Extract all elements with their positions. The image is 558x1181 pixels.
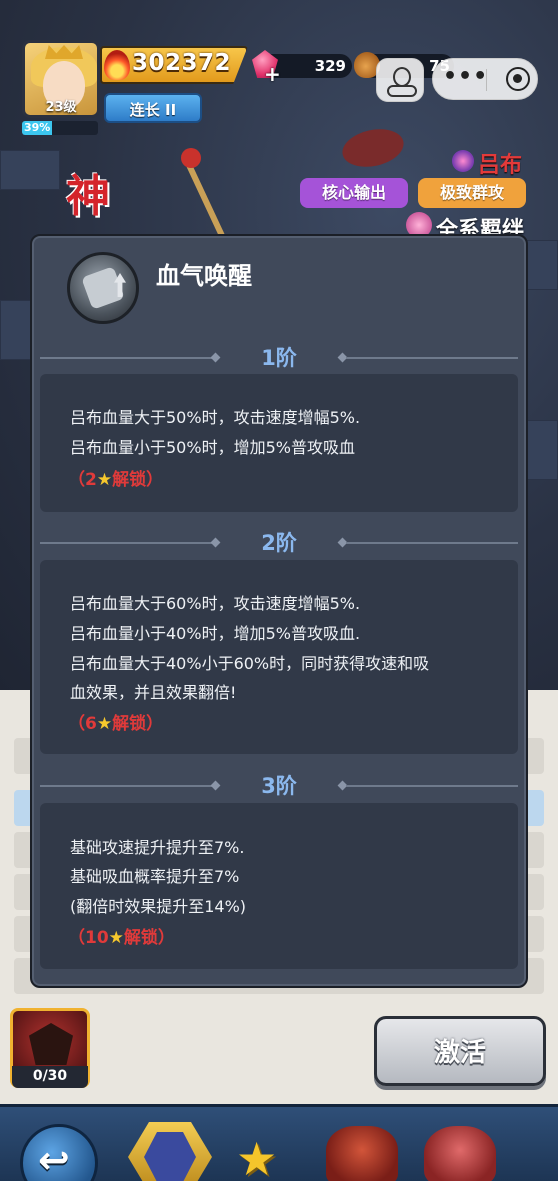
activate-label: 激活: [433, 1038, 486, 1068]
tier-3-header: 3阶: [40, 770, 518, 800]
rank-label: 连长 II: [129, 101, 177, 119]
skill-icon: [67, 252, 139, 324]
fire-icon: [104, 50, 130, 80]
exp-percent: 39%: [24, 121, 51, 134]
close-miniprogram-icon[interactable]: [506, 67, 530, 91]
halberd-tip: [181, 148, 201, 168]
hero-faction-icon: [452, 150, 474, 172]
tier-2-line-2: 吕布血量小于40%时，增加5%普攻吸血.: [70, 624, 361, 643]
tier-3-line-2: 基础吸血概率提升至7%: [70, 867, 240, 886]
tier-3-line-3: (翻倍时效果提升至14%): [70, 897, 247, 916]
nav-beast-icon[interactable]: [326, 1126, 398, 1181]
add-gem-icon[interactable]: +: [264, 62, 281, 86]
hero-rarity-title: 神: [66, 171, 110, 222]
tier-3-unlock: （10★解锁）: [68, 928, 175, 948]
gem-value: 329: [314, 57, 346, 75]
crown-icon: [45, 45, 83, 59]
tier-2-header: 2阶: [40, 527, 518, 557]
player-level: 23级: [45, 100, 77, 115]
tier-2-unlock: （6★解锁）: [68, 714, 164, 734]
tier-1-line-1: 吕布血量大于50%时，攻击速度增幅5%.: [70, 408, 361, 427]
tier-2-line-1: 吕布血量大于60%时，攻击速度增幅5%.: [70, 594, 361, 613]
tier-2-line-3: 吕布血量大于40%小于60%时，同时获得攻速和吸: [70, 654, 430, 673]
tier-3-label: 3阶: [261, 774, 297, 798]
tag-core-output: 核心输出: [300, 178, 408, 208]
tier-1-label: 1阶: [261, 346, 297, 370]
tier-1-header: 1阶: [40, 342, 518, 372]
power-value: 302372: [132, 50, 232, 76]
tier-1-line-2: 吕布血量小于50%时，增加5%普攻吸血: [70, 438, 355, 457]
back-arrow-icon: ↩: [38, 1138, 70, 1181]
shard-count: 0/30: [32, 1068, 68, 1084]
star-icon: ★: [108, 928, 124, 948]
tag-aoe: 极致群攻: [418, 178, 526, 208]
more-icon[interactable]: •••: [443, 64, 487, 89]
skill-name: 血气唤醒: [156, 262, 252, 290]
tier-1-unlock: （2★解锁）: [68, 470, 164, 490]
tier-2-label: 2阶: [261, 531, 297, 555]
nav-star-icon[interactable]: ★: [236, 1132, 277, 1181]
tier-2-line-4: 血效果，并且效果翻倍!: [70, 683, 237, 702]
nav-monster-icon[interactable]: [424, 1126, 496, 1181]
tier-3-line-1: 基础攻速提升提升至7%.: [70, 838, 245, 857]
star-icon: ★: [96, 470, 113, 490]
hero-name: 吕布: [478, 153, 523, 178]
star-icon: ★: [96, 714, 113, 734]
